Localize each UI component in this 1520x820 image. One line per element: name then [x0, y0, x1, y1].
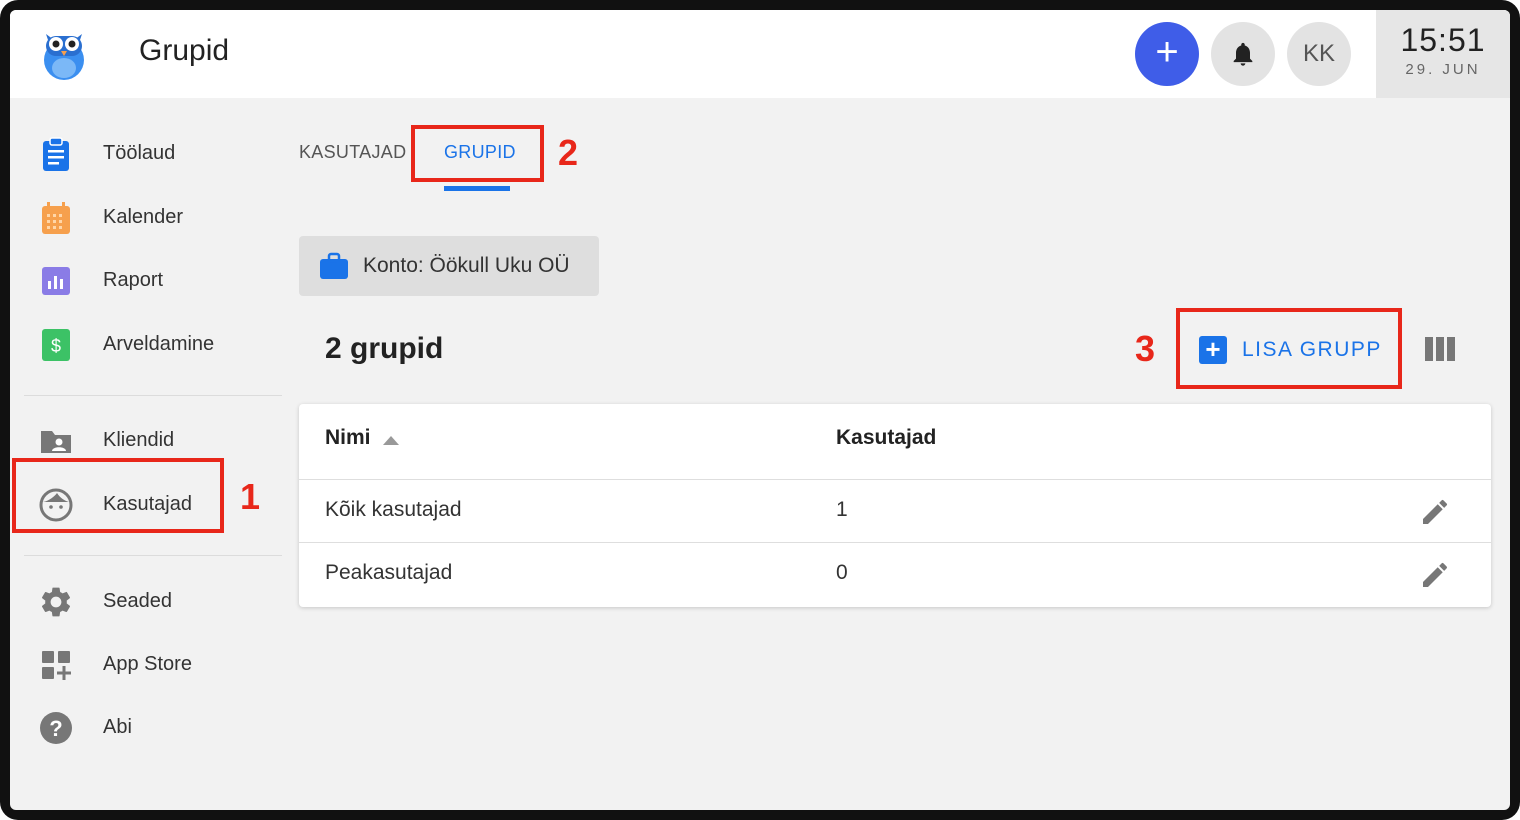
svg-text:$: $ [51, 336, 61, 356]
sidebar-item-raport[interactable]: Raport [24, 251, 280, 309]
columns-icon[interactable] [1424, 336, 1456, 362]
sidebar-item-kalender[interactable]: Kalender [24, 188, 280, 246]
sidebar-item-abi[interactable]: ? Abi [24, 698, 280, 756]
bell-icon [1233, 42, 1253, 66]
annotation-box-2 [411, 125, 544, 182]
account-label: Konto: Öökull Uku OÜ [363, 254, 570, 277]
sort-ascending-icon[interactable] [383, 436, 399, 445]
device-frame: Grupid + KK 15:51 29. JUN Töölaud Kalend… [0, 0, 1520, 820]
sidebar-item-label: App Store [103, 653, 192, 675]
account-selector[interactable]: Konto: Öökull Uku OÜ [299, 236, 599, 296]
tab-kasutajad[interactable]: KASUTAJAD [299, 142, 406, 163]
sidebar-divider [24, 395, 282, 396]
clock-date: 29. JUN [1405, 61, 1481, 78]
clock-time: 15:51 [1400, 22, 1486, 58]
notifications-button[interactable] [1211, 22, 1275, 86]
edit-pencil-icon[interactable] [1419, 496, 1451, 528]
group-name-cell: Peakasutajad [325, 561, 453, 584]
column-header-nimi[interactable]: Nimi [325, 426, 371, 450]
chart-icon [42, 267, 70, 295]
group-users-cell: 0 [836, 561, 848, 584]
gear-icon [41, 587, 71, 617]
sidebar-item-label: Abi [103, 716, 132, 738]
user-avatar[interactable]: KK [1287, 22, 1351, 86]
svg-text:?: ? [49, 716, 62, 741]
briefcase-icon [320, 252, 348, 279]
group-users-cell: 1 [836, 498, 848, 521]
groups-table: Nimi Kasutajad Kõik kasutajad 1 Peakasut… [299, 404, 1491, 607]
help-icon: ? [40, 712, 72, 744]
sidebar-item-label: Töölaud [103, 142, 176, 164]
annotation-number-2: 2 [558, 132, 579, 173]
sidebar-item-label: Raport [103, 269, 164, 291]
app-screen: Grupid + KK 15:51 29. JUN Töölaud Kalend… [10, 10, 1510, 810]
sidebar-item-label: Kliendid [103, 429, 175, 451]
page-title: Grupid [139, 34, 230, 67]
contacts-folder-icon [41, 431, 71, 453]
sidebar-item-label: Seaded [103, 590, 172, 612]
group-name-cell: Kõik kasutajad [325, 498, 462, 521]
owl-logo-icon[interactable] [40, 24, 88, 82]
clock-widget: 15:51 29. JUN [1376, 10, 1510, 98]
sidebar-item-seaded[interactable]: Seaded [24, 572, 280, 630]
group-count-title: 2 grupid [325, 332, 444, 365]
edit-pencil-icon[interactable] [1419, 559, 1451, 591]
calendar-icon [42, 202, 70, 234]
table-row[interactable]: Kõik kasutajad 1 [299, 479, 1491, 542]
clipboard-icon [43, 137, 69, 171]
apps-add-icon [42, 651, 71, 680]
active-tab-indicator [444, 186, 510, 191]
annotation-number-3: 3 [1135, 328, 1156, 369]
table-row[interactable]: Peakasutajad 0 [299, 542, 1491, 605]
sidebar-item-label: Arveldamine [103, 333, 215, 355]
sidebar-item-toolaud[interactable]: Töölaud [24, 124, 280, 182]
annotation-number-1: 1 [240, 476, 261, 517]
annotation-box-3 [1176, 308, 1402, 389]
quick-add-button[interactable]: + [1135, 22, 1199, 86]
sidebar-item-arveldamine[interactable]: $ Arveldamine [24, 315, 280, 373]
sidebar-item-label: Kalender [103, 206, 184, 228]
top-bar: Grupid + KK 15:51 29. JUN [10, 10, 1510, 98]
dollar-icon: $ [42, 329, 70, 361]
sidebar: Töölaud Kalender Raport $ Arveldamine Kl… [10, 98, 292, 810]
column-header-kasutajad[interactable]: Kasutajad [836, 426, 936, 450]
annotation-box-1 [12, 458, 224, 533]
sidebar-item-app-store[interactable]: App Store [24, 635, 280, 693]
sidebar-divider [24, 555, 282, 556]
